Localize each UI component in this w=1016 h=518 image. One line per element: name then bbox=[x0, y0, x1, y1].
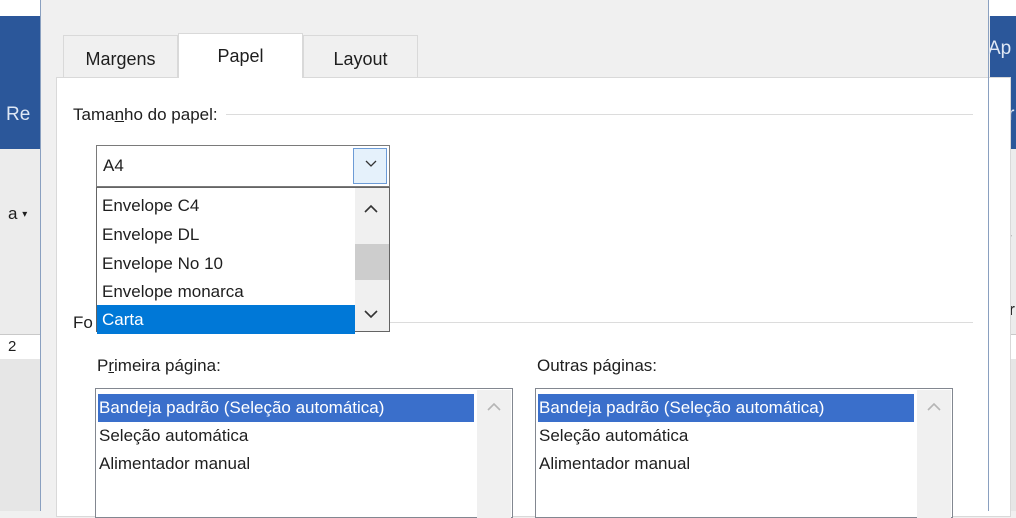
tab-papel[interactable]: Papel bbox=[178, 33, 303, 78]
ribbon-tab-partial-left[interactable]: Re bbox=[6, 104, 30, 126]
dropdown-scrollbar[interactable] bbox=[355, 188, 389, 331]
first-page-label: Primeira página: bbox=[97, 356, 221, 375]
scroll-up-icon[interactable] bbox=[364, 204, 378, 213]
scrollbar-thumb[interactable] bbox=[355, 244, 389, 280]
ribbon-dropdown-partial[interactable]: a ▾ bbox=[8, 204, 27, 224]
list-item[interactable]: Alimentador manual bbox=[538, 450, 690, 478]
paper-size-label: Tamanho do papel: bbox=[73, 105, 226, 125]
ribbon-dropdown-text: a bbox=[8, 204, 18, 223]
list-item-selected[interactable]: Carta bbox=[97, 305, 355, 334]
chevron-down-icon: ▾ bbox=[22, 209, 28, 221]
paper-size-dropdown-button[interactable] bbox=[353, 148, 387, 184]
first-page-tray-list[interactable]: Bandeja padrão (Seleção automática) Sele… bbox=[95, 388, 513, 518]
other-pages-label: Outras páginas: bbox=[537, 356, 658, 375]
list-item[interactable]: Alimentador manual bbox=[98, 450, 250, 478]
paper-size-combobox[interactable]: A4 bbox=[96, 145, 390, 187]
title-partial-right: Ap bbox=[988, 38, 1012, 59]
chevron-down-icon bbox=[365, 160, 377, 167]
ribbon-body-left: a ▾ bbox=[0, 149, 40, 334]
list-scrollbar[interactable] bbox=[917, 390, 951, 518]
document-area-left bbox=[0, 359, 40, 511]
ruler-number: 2 bbox=[8, 338, 17, 355]
list-item[interactable]: Seleção automática bbox=[98, 422, 248, 450]
list-item[interactable]: Envelope No 10 bbox=[97, 249, 355, 278]
scroll-down-icon[interactable] bbox=[364, 310, 378, 319]
list-item-selected[interactable]: Bandeja padrão (Seleção automática) bbox=[538, 394, 914, 422]
scroll-up-icon[interactable] bbox=[487, 402, 501, 411]
paper-size-value: A4 bbox=[103, 156, 124, 175]
list-item[interactable]: Seleção automática bbox=[538, 422, 688, 450]
list-scrollbar[interactable] bbox=[477, 390, 511, 518]
scroll-up-icon[interactable] bbox=[927, 402, 941, 411]
tab-layout[interactable]: Layout bbox=[303, 35, 418, 77]
list-item[interactable]: Envelope monarca bbox=[97, 277, 355, 306]
list-item[interactable]: Envelope C4 bbox=[97, 191, 355, 220]
other-pages-tray-list[interactable]: Bandeja padrão (Seleção automática) Sele… bbox=[535, 388, 953, 518]
paper-size-dropdown-list[interactable]: Envelope C4 Envelope DL Envelope No 10 E… bbox=[96, 187, 390, 334]
list-item-selected[interactable]: Bandeja padrão (Seleção automática) bbox=[98, 394, 474, 422]
ruler-left: 2 bbox=[0, 334, 40, 360]
ribbon-title-left: Re bbox=[0, 16, 40, 149]
list-item[interactable]: Envelope DL bbox=[97, 220, 355, 249]
tab-margens[interactable]: Margens bbox=[63, 35, 178, 77]
